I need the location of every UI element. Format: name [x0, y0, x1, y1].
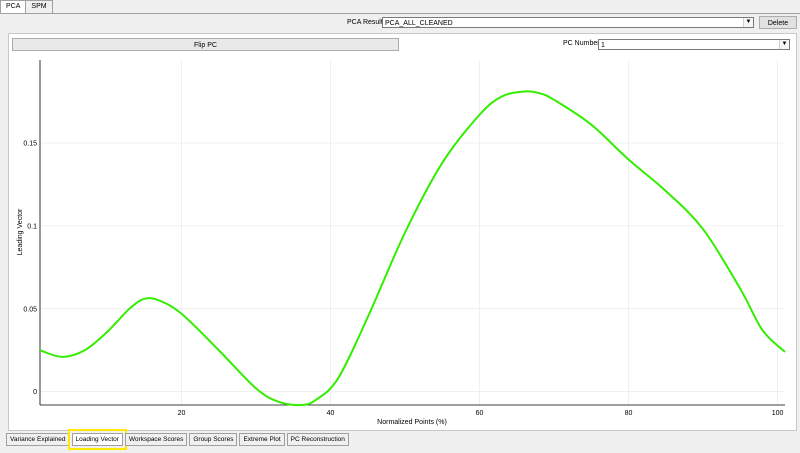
- y-tick-label: 0.1: [27, 223, 37, 230]
- x-tick-label: 80: [625, 410, 633, 417]
- loading-vector-chart: 20 40 60 80 100 0 0.05 0.1 0.15 Normalized Point…: [17, 60, 786, 426]
- axes: [39, 60, 785, 406]
- tab-loading-vector[interactable]: Loading Vector: [67, 429, 127, 450]
- y-tick-label: 0: [33, 389, 37, 396]
- loading-vector-line: [39, 90, 786, 407]
- tab-group-scores[interactable]: Group Scores: [189, 433, 238, 446]
- tab-pc-reconstruction[interactable]: PC Reconstruction: [286, 433, 349, 446]
- x-tick-label: 20: [178, 410, 186, 417]
- x-tick-label: 100: [772, 410, 784, 417]
- tab-workspace-scores[interactable]: Workspace Scores: [124, 433, 188, 446]
- y-tick-label: 0.05: [23, 306, 37, 313]
- x-tick-label: 40: [327, 410, 335, 417]
- y-axis-label: Leading Vector: [17, 208, 24, 255]
- bottom-tab-bar: Variance Explained Loading Vector Workspac…: [6, 429, 351, 450]
- tab-extreme-plot[interactable]: Extreme Plot: [239, 433, 285, 446]
- tab-variance-explained[interactable]: Variance Explained: [6, 433, 70, 446]
- tick-labels: 20 40 60 80 100 0 0.05 0.1 0.15: [23, 140, 783, 417]
- y-tick-label: 0.15: [23, 140, 37, 147]
- x-tick-label: 60: [476, 410, 484, 417]
- grid: [40, 60, 785, 405]
- x-axis-label: Normalized Points (%): [377, 419, 447, 426]
